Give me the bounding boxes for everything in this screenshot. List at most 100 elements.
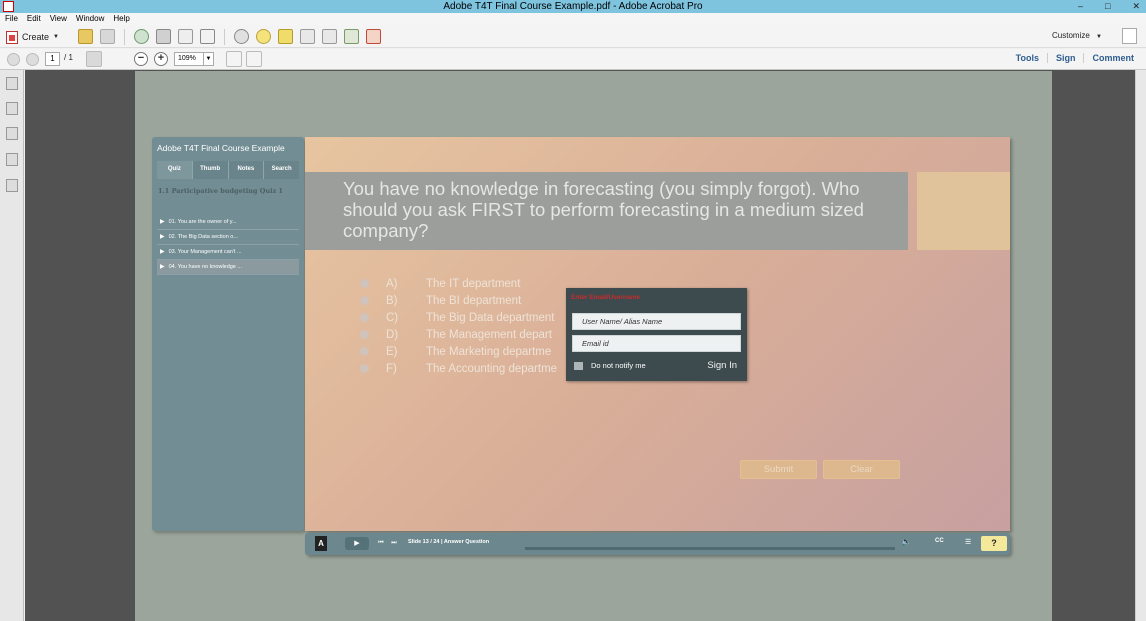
quiz-section-title: 1.1 Participative budgeting Quiz 1 bbox=[158, 187, 284, 195]
menu-view[interactable]: View bbox=[50, 13, 67, 25]
menu-window[interactable]: Window bbox=[76, 13, 104, 25]
tab-quiz[interactable]: Quiz bbox=[157, 161, 193, 179]
window-controls: – □ ✕ bbox=[1078, 0, 1140, 13]
answer-option-e[interactable]: E) The Marketing departme bbox=[360, 343, 557, 360]
create-icon bbox=[6, 30, 18, 44]
hand-tool-icon[interactable] bbox=[106, 51, 122, 67]
radio-button[interactable] bbox=[360, 347, 369, 356]
tab-thumb[interactable]: Thumb bbox=[192, 161, 229, 179]
volume-icon[interactable]: 🔈 bbox=[901, 537, 911, 546]
submit-button[interactable]: Submit bbox=[740, 460, 817, 479]
menu-file[interactable]: File bbox=[5, 13, 18, 25]
forward-icon[interactable]: ⏭ bbox=[389, 538, 399, 549]
menu-help[interactable]: Help bbox=[113, 13, 129, 25]
sign-icon[interactable] bbox=[366, 29, 381, 44]
sign-link[interactable]: Sign bbox=[1046, 53, 1084, 63]
open-folder-icon[interactable] bbox=[78, 29, 93, 44]
radio-button[interactable] bbox=[360, 279, 369, 288]
settings-icon[interactable] bbox=[234, 29, 249, 44]
print-icon[interactable] bbox=[156, 29, 171, 44]
list-item-label: 02. The Big Data section o... bbox=[168, 234, 238, 240]
close-button[interactable]: ✕ bbox=[1132, 0, 1140, 13]
rewind-icon[interactable]: ⏮ bbox=[376, 538, 386, 549]
answer-option-b[interactable]: B) The BI department bbox=[360, 292, 557, 309]
progress-bar[interactable] bbox=[525, 547, 895, 550]
navigation-pane-strip bbox=[0, 70, 24, 621]
export-icon[interactable] bbox=[344, 29, 359, 44]
attach-icon[interactable] bbox=[322, 29, 337, 44]
tab-search[interactable]: Search bbox=[264, 161, 299, 179]
answer-letter: A) bbox=[386, 277, 398, 290]
answer-text: The Management depart bbox=[426, 328, 552, 341]
full-screen-icon[interactable] bbox=[246, 51, 262, 67]
comment-link[interactable]: Comment bbox=[1083, 53, 1142, 63]
answer-option-a[interactable]: A) The IT department bbox=[360, 275, 557, 292]
customize-dropdown[interactable]: Customize ▼ bbox=[1052, 31, 1102, 40]
chevron-right-icon: ▶ bbox=[160, 264, 165, 270]
closed-caption-button[interactable]: CC bbox=[935, 538, 944, 544]
list-item[interactable]: ▶ 03. Your Management can't ... bbox=[157, 245, 299, 260]
zoom-in-icon[interactable]: + bbox=[154, 52, 168, 66]
list-item-active[interactable]: ▶ 04. You have no knowledge ... bbox=[157, 260, 299, 275]
zoom-out-icon[interactable]: − bbox=[134, 52, 148, 66]
highlight-icon[interactable] bbox=[278, 29, 293, 44]
panel-links: Tools Sign Comment bbox=[1008, 53, 1142, 63]
next-page-icon[interactable] bbox=[26, 53, 39, 66]
main-toolbar: Create ▼ Customize ▼ bbox=[0, 25, 1146, 48]
email-field[interactable]: Email id bbox=[572, 335, 741, 352]
list-item-label: 01. You are the owner of y... bbox=[168, 219, 237, 225]
menu-edit[interactable]: Edit bbox=[27, 13, 41, 25]
customize-label: Customize bbox=[1052, 31, 1090, 40]
answer-option-c[interactable]: C) The Big Data department bbox=[360, 309, 557, 326]
answer-letter: E) bbox=[386, 345, 398, 358]
signatures-icon[interactable] bbox=[6, 153, 18, 166]
navigation-toolbar: 1 / 1 − + 109% ▼ Tools Sign Comment bbox=[0, 49, 1146, 70]
list-item[interactable]: ▶ 02. The Big Data section o... bbox=[157, 230, 299, 245]
radio-button[interactable] bbox=[360, 330, 369, 339]
clear-button[interactable]: Clear bbox=[823, 460, 900, 479]
play-button[interactable]: ▶ bbox=[345, 537, 369, 550]
tab-notes[interactable]: Notes bbox=[228, 161, 265, 179]
toc-icon[interactable]: ☰ bbox=[965, 538, 971, 546]
expand-icon[interactable] bbox=[1122, 28, 1137, 44]
create-button[interactable]: Create ▼ bbox=[6, 29, 59, 45]
pages-icon[interactable] bbox=[6, 77, 18, 90]
username-field[interactable]: User Name/ Alias Name bbox=[572, 313, 741, 330]
radio-button[interactable] bbox=[360, 313, 369, 322]
fit-page-icon[interactable] bbox=[226, 51, 242, 67]
vertical-scrollbar[interactable] bbox=[1135, 70, 1146, 621]
zoom-level-input[interactable]: 109% ▼ bbox=[174, 52, 214, 66]
answer-option-d[interactable]: D) The Management depart bbox=[360, 326, 557, 343]
answer-text: The Accounting departme bbox=[426, 362, 558, 375]
bookmarks-icon[interactable] bbox=[6, 102, 18, 115]
cloud-upload-icon[interactable] bbox=[134, 29, 149, 44]
list-item-label: 04. You have no knowledge ... bbox=[168, 264, 243, 270]
course-sidebar: Adobe T4T Final Course Example Quiz Thum… bbox=[152, 137, 304, 531]
chevron-down-icon: ▼ bbox=[1096, 34, 1102, 40]
attachments-icon[interactable] bbox=[6, 127, 18, 140]
select-tool-icon[interactable] bbox=[86, 51, 102, 67]
radio-button[interactable] bbox=[360, 296, 369, 305]
answer-option-f[interactable]: F) The Accounting departme bbox=[360, 360, 557, 377]
email-icon[interactable] bbox=[200, 29, 215, 44]
edit-icon[interactable] bbox=[178, 29, 193, 44]
minimize-button[interactable]: – bbox=[1078, 0, 1083, 13]
comment-icon[interactable] bbox=[256, 29, 271, 44]
maximize-button[interactable]: □ bbox=[1105, 0, 1110, 13]
list-item[interactable]: ▶ 01. You are the owner of y... bbox=[157, 215, 299, 230]
notify-checkbox[interactable] bbox=[574, 362, 583, 370]
previous-page-icon[interactable] bbox=[7, 53, 20, 66]
tools-link[interactable]: Tools bbox=[1008, 53, 1047, 63]
page-number-input[interactable]: 1 bbox=[45, 52, 60, 66]
sign-in-button[interactable]: Sign In bbox=[707, 360, 737, 371]
notify-label: Do not notify me bbox=[591, 361, 646, 370]
help-button[interactable]: ? bbox=[981, 536, 1007, 551]
radio-button[interactable] bbox=[360, 364, 369, 373]
stamp-icon[interactable] bbox=[300, 29, 315, 44]
chevron-down-icon[interactable]: ▼ bbox=[203, 53, 213, 65]
save-icon[interactable] bbox=[100, 29, 115, 44]
question-box: You have no knowledge in forecasting (yo… bbox=[305, 172, 908, 250]
layers-icon[interactable] bbox=[6, 179, 18, 192]
chevron-down-icon: ▼ bbox=[53, 34, 59, 40]
zoom-level-value: 109% bbox=[178, 55, 196, 62]
